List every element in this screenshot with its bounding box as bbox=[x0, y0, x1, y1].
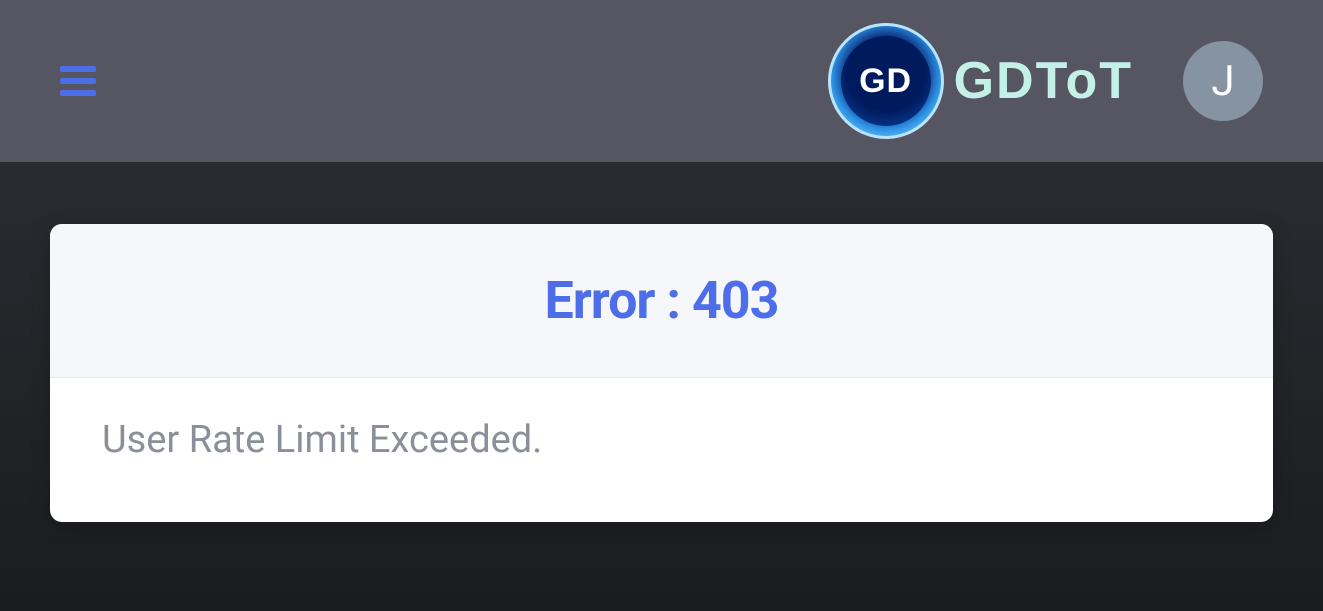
error-card: Error : 403 User Rate Limit Exceeded. bbox=[50, 224, 1273, 522]
error-card-body: User Rate Limit Exceeded. bbox=[50, 378, 1273, 522]
error-code-title: Error : 403 bbox=[50, 270, 1273, 331]
user-avatar-button[interactable]: J bbox=[1183, 41, 1263, 121]
brand-logo-group[interactable]: GD GDToT bbox=[828, 23, 1133, 139]
main-content: Error : 403 User Rate Limit Exceeded. bbox=[0, 162, 1323, 522]
top-header: GD GDToT J bbox=[0, 0, 1323, 162]
logo-icon: GD bbox=[828, 23, 944, 139]
error-message-text: User Rate Limit Exceeded. bbox=[102, 418, 1221, 462]
avatar-initial: J bbox=[1211, 57, 1234, 106]
error-card-header: Error : 403 bbox=[50, 224, 1273, 378]
header-right: GD GDToT J bbox=[828, 23, 1263, 139]
menu-toggle-button[interactable] bbox=[60, 66, 96, 96]
brand-name-text: GDToT bbox=[954, 51, 1133, 111]
logo-abbrev: GD bbox=[859, 62, 912, 101]
